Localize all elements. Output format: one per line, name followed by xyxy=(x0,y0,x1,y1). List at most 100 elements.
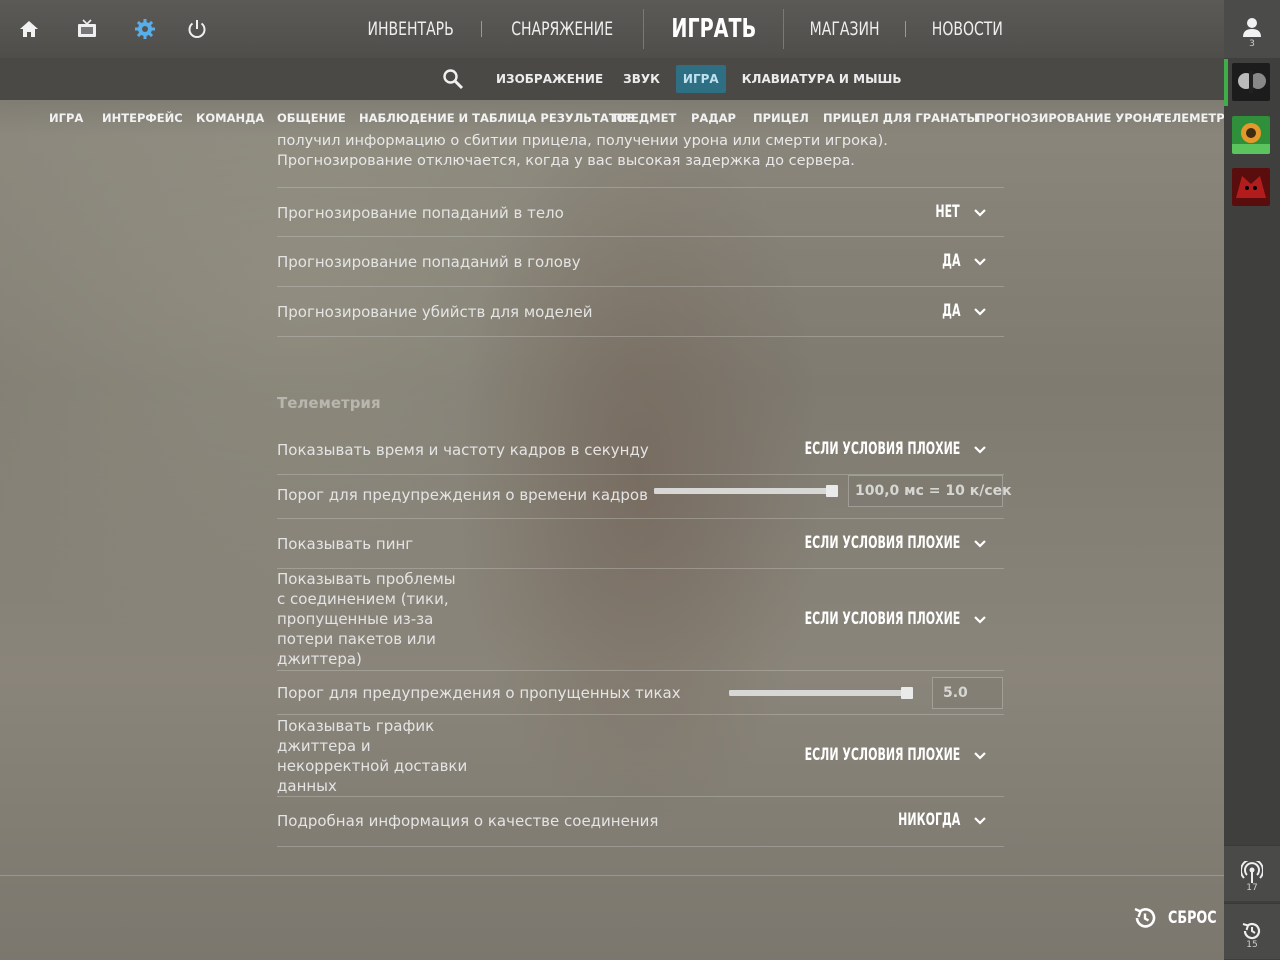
top-bar: ИНВЕНТАРЬ СНАРЯЖЕНИЕ ИГРАТЬ МАГАЗИН НОВО… xyxy=(0,0,1224,58)
setting-label: Прогнозирование попаданий в голову xyxy=(277,253,581,271)
description-line: получил информацию о сбитии прицела, пол… xyxy=(277,133,888,149)
label-line: потери пакетов или xyxy=(277,630,436,648)
tv-icon[interactable] xyxy=(75,17,99,41)
reset-history-icon xyxy=(1134,907,1156,928)
tab-keyboard-mouse[interactable]: КЛАВИАТУРА И МЫШЬ xyxy=(732,65,912,93)
chevron-down-icon[interactable] xyxy=(973,537,987,551)
friend-avatar[interactable] xyxy=(1232,63,1270,101)
dropdown-value[interactable]: ДА xyxy=(942,251,960,271)
category-interface[interactable]: ИНТЕРФЕЙС xyxy=(102,111,183,125)
setting-head-hit-prediction[interactable]: Прогнозирование попаданий в голову ДА xyxy=(277,237,1004,287)
setting-label: Показывать время и частоту кадров в секу… xyxy=(277,441,649,459)
setting-label: Показывать пинг xyxy=(277,535,414,553)
friends-button[interactable]: 3 xyxy=(1224,0,1280,58)
dropdown-value[interactable]: НЕТ xyxy=(936,202,960,222)
category-crosshair[interactable]: ПРИЦЕЛ xyxy=(753,111,809,125)
broadcast-count: 17 xyxy=(1246,883,1258,893)
home-icon[interactable] xyxy=(17,17,41,41)
tab-video[interactable]: ИЗОБРАЖЕНИЕ xyxy=(486,65,613,93)
description-line: Прогнозирование отключается, когда у вас… xyxy=(277,153,855,169)
tab-game[interactable]: ИГРА xyxy=(675,65,726,93)
nav-separator xyxy=(642,9,644,49)
nav-news[interactable]: НОВОСТИ xyxy=(917,18,1018,40)
setting-connection-problems[interactable]: Показывать проблемы с соединением (тики,… xyxy=(277,569,1004,671)
setting-label: Порог для предупреждения о пропущенных т… xyxy=(277,684,681,702)
history-count: 15 xyxy=(1246,940,1258,950)
nav-separator xyxy=(481,21,483,37)
label-line: Показывать проблемы xyxy=(277,570,456,588)
nav-play[interactable]: ИГРАТЬ xyxy=(656,14,770,44)
chevron-down-icon[interactable] xyxy=(973,443,987,457)
nav-separator xyxy=(783,9,785,49)
setting-label: Прогнозирование попаданий в тело xyxy=(277,204,564,222)
chevron-down-icon[interactable] xyxy=(973,305,987,319)
chevron-down-icon[interactable] xyxy=(973,255,987,269)
category-damage-prediction[interactable]: ПРОГНОЗИРОВАНИЕ УРОНА xyxy=(976,111,1161,125)
label-line: джиттера и xyxy=(277,737,371,755)
setting-show-fps[interactable]: Показывать время и частоту кадров в секу… xyxy=(277,425,1004,475)
setting-missed-ticks-threshold: Порог для предупреждения о пропущенных т… xyxy=(277,671,1004,715)
chevron-down-icon[interactable] xyxy=(973,613,987,627)
dropdown-value[interactable]: ЕСЛИ УСЛОВИЯ ПЛОХИЕ xyxy=(804,609,960,629)
label-line: данных xyxy=(277,777,337,795)
friends-rail: 3 17 15 xyxy=(1224,0,1280,960)
setting-show-ping[interactable]: Показывать пинг ЕСЛИ УСЛОВИЯ ПЛОХИЕ xyxy=(277,519,1004,569)
broadcast-icon xyxy=(1240,858,1264,883)
setting-label: Прогнозирование убийств для моделей xyxy=(277,303,593,321)
main-nav: ИНВЕНТАРЬ СНАРЯЖЕНИЕ ИГРАТЬ МАГАЗИН НОВО… xyxy=(340,0,1029,58)
setting-label: Показывать график джиттера и некорректно… xyxy=(277,716,467,796)
history-icon xyxy=(1242,922,1261,940)
reset-label: СБРОС xyxy=(1168,908,1217,928)
setting-kill-prediction[interactable]: Прогнозирование убийств для моделей ДА xyxy=(277,287,1004,337)
slider-thumb[interactable] xyxy=(901,687,913,699)
user-icon xyxy=(1243,18,1261,37)
category-communication[interactable]: ОБЩЕНИЕ xyxy=(277,111,346,125)
chevron-down-icon[interactable] xyxy=(973,749,987,763)
friend-avatar[interactable] xyxy=(1232,116,1270,154)
setting-connection-details[interactable]: Подробная информация о качестве соединен… xyxy=(277,797,1004,847)
category-item[interactable]: ПРЕДМЕТ xyxy=(613,111,676,125)
friends-count: 3 xyxy=(1249,39,1255,49)
nav-separator xyxy=(905,21,907,37)
setting-body-hit-prediction[interactable]: Прогнозирование попаданий в тело НЕТ xyxy=(277,187,1004,237)
nav-loadout[interactable]: СНАРЯЖЕНИЕ xyxy=(497,18,628,40)
dropdown-value[interactable]: ЕСЛИ УСЛОВИЯ ПЛОХИЕ xyxy=(804,533,960,553)
power-icon[interactable] xyxy=(185,17,209,41)
broadcast-button[interactable]: 17 xyxy=(1224,845,1280,901)
dropdown-value[interactable]: НИКОГДА xyxy=(898,810,960,830)
slider-thumb[interactable] xyxy=(826,485,838,497)
bottom-bar xyxy=(0,875,1224,960)
label-line: джиттера) xyxy=(277,650,362,668)
search-icon[interactable] xyxy=(442,68,464,90)
setting-jitter-graph[interactable]: Показывать график джиттера и некорректно… xyxy=(277,715,1004,797)
slider-fill xyxy=(729,690,913,696)
label-line: некорректной доставки xyxy=(277,757,468,775)
category-team[interactable]: КОМАНДА xyxy=(196,111,264,125)
setting-label: Показывать проблемы с соединением (тики,… xyxy=(277,569,456,669)
category-radar[interactable]: РАДАР xyxy=(691,111,736,125)
category-telemetry[interactable]: ТЕЛЕМЕТРИ xyxy=(1156,111,1224,125)
slider-fill xyxy=(654,488,838,494)
reset-button[interactable]: СБРОС xyxy=(1132,905,1233,931)
nav-inventory[interactable]: ИНВЕНТАРЬ xyxy=(353,18,469,40)
setting-label: Подробная информация о качестве соединен… xyxy=(277,812,659,830)
section-title-telemetry: Телеметрия xyxy=(277,394,381,412)
category-grenade-crosshair[interactable]: ПРИЦЕЛ ДЛЯ ГРАНАТЫ xyxy=(823,111,978,125)
slider-value-field[interactable]: 5.0 xyxy=(932,677,1003,709)
setting-label: Порог для предупреждения о времени кадро… xyxy=(277,486,648,504)
category-game[interactable]: ИГРА xyxy=(49,111,83,125)
prediction-description: получил информацию о сбитии прицела, пол… xyxy=(277,131,1004,171)
setting-frametime-threshold: Порог для предупреждения о времени кадро… xyxy=(277,475,1012,519)
label-line: пропущенные из-за xyxy=(277,610,434,628)
chevron-down-icon[interactable] xyxy=(973,206,987,220)
dropdown-value[interactable]: ДА xyxy=(942,301,960,321)
dropdown-value[interactable]: ЕСЛИ УСЛОВИЯ ПЛОХИЕ xyxy=(804,439,960,459)
friend-avatar[interactable] xyxy=(1232,168,1270,206)
slider-value-field[interactable]: 100,0 мс = 10 к/сек xyxy=(848,475,1012,507)
category-spectator-scoreboard[interactable]: НАБЛЮДЕНИЕ И ТАБЛИЦА РЕЗУЛЬТАТОВ xyxy=(359,111,635,125)
tab-audio[interactable]: ЗВУК xyxy=(613,65,670,93)
dropdown-value[interactable]: ЕСЛИ УСЛОВИЯ ПЛОХИЕ xyxy=(804,745,960,765)
gear-icon[interactable] xyxy=(133,17,157,41)
chevron-down-icon[interactable] xyxy=(973,814,987,828)
nav-store[interactable]: МАГАЗИН xyxy=(795,18,894,40)
